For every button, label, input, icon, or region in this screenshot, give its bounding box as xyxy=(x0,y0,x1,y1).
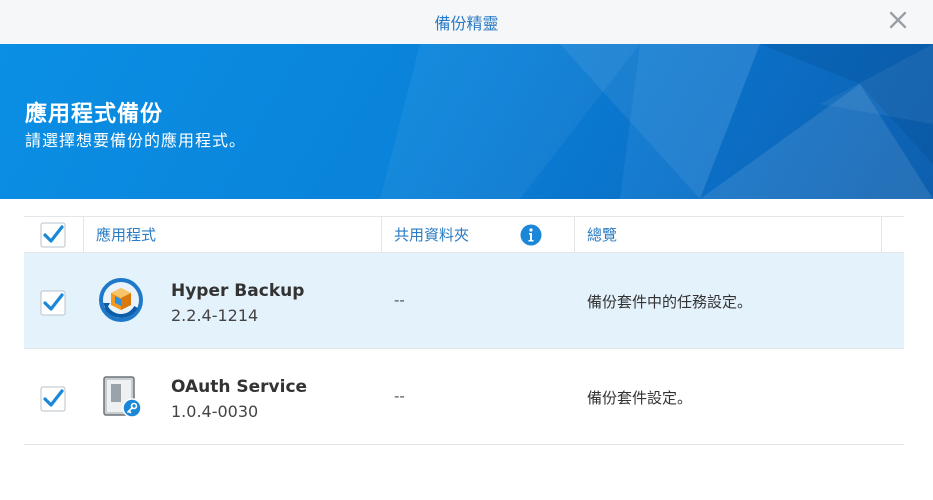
select-all-checkbox[interactable] xyxy=(40,222,66,248)
column-divider xyxy=(574,217,575,253)
window-title: 備份精靈 xyxy=(434,14,499,33)
table-row[interactable]: Hyper Backup 2.2.4-1214 -- 備份套件中的任務設定。 xyxy=(24,253,904,349)
column-divider xyxy=(381,217,382,253)
column-header-shared[interactable]: 共用資料夾 xyxy=(394,217,469,253)
title-bar: 備份精靈 xyxy=(0,0,933,44)
column-divider xyxy=(881,217,882,253)
row-checkbox[interactable] xyxy=(40,290,66,316)
summary-value: 備份套件設定。 xyxy=(587,389,693,407)
info-icon[interactable] xyxy=(520,224,542,246)
banner-title: 應用程式備份 xyxy=(25,102,164,127)
app-name: OAuth Service xyxy=(171,377,308,397)
row-checkbox[interactable] xyxy=(40,386,66,412)
shared-folder-value: -- xyxy=(394,387,405,405)
header-banner: 應用程式備份 請選擇想要備份的應用程式。 xyxy=(0,44,933,199)
close-icon[interactable] xyxy=(887,9,909,31)
app-name: Hyper Backup xyxy=(171,281,305,301)
banner-subtitle: 請選擇想要備份的應用程式。 xyxy=(25,131,247,150)
oauth-service-icon xyxy=(103,376,142,418)
table-header: 應用程式 共用資料夾 總覽 xyxy=(24,216,904,253)
column-divider xyxy=(83,217,84,253)
summary-value: 備份套件中的任務設定。 xyxy=(587,293,753,311)
hyper-backup-icon xyxy=(99,278,143,322)
shared-folder-value: -- xyxy=(394,291,405,309)
app-version: 1.0.4-0030 xyxy=(171,402,259,421)
table-row[interactable]: OAuth Service 1.0.4-0030 -- 備份套件設定。 xyxy=(24,349,904,445)
column-header-summary[interactable]: 總覽 xyxy=(587,217,617,253)
app-table: 應用程式 共用資料夾 總覽 Hyper Backup 2.2.4-1214 -- xyxy=(24,216,904,445)
column-header-app[interactable]: 應用程式 xyxy=(96,217,156,253)
app-version: 2.2.4-1214 xyxy=(171,306,259,325)
